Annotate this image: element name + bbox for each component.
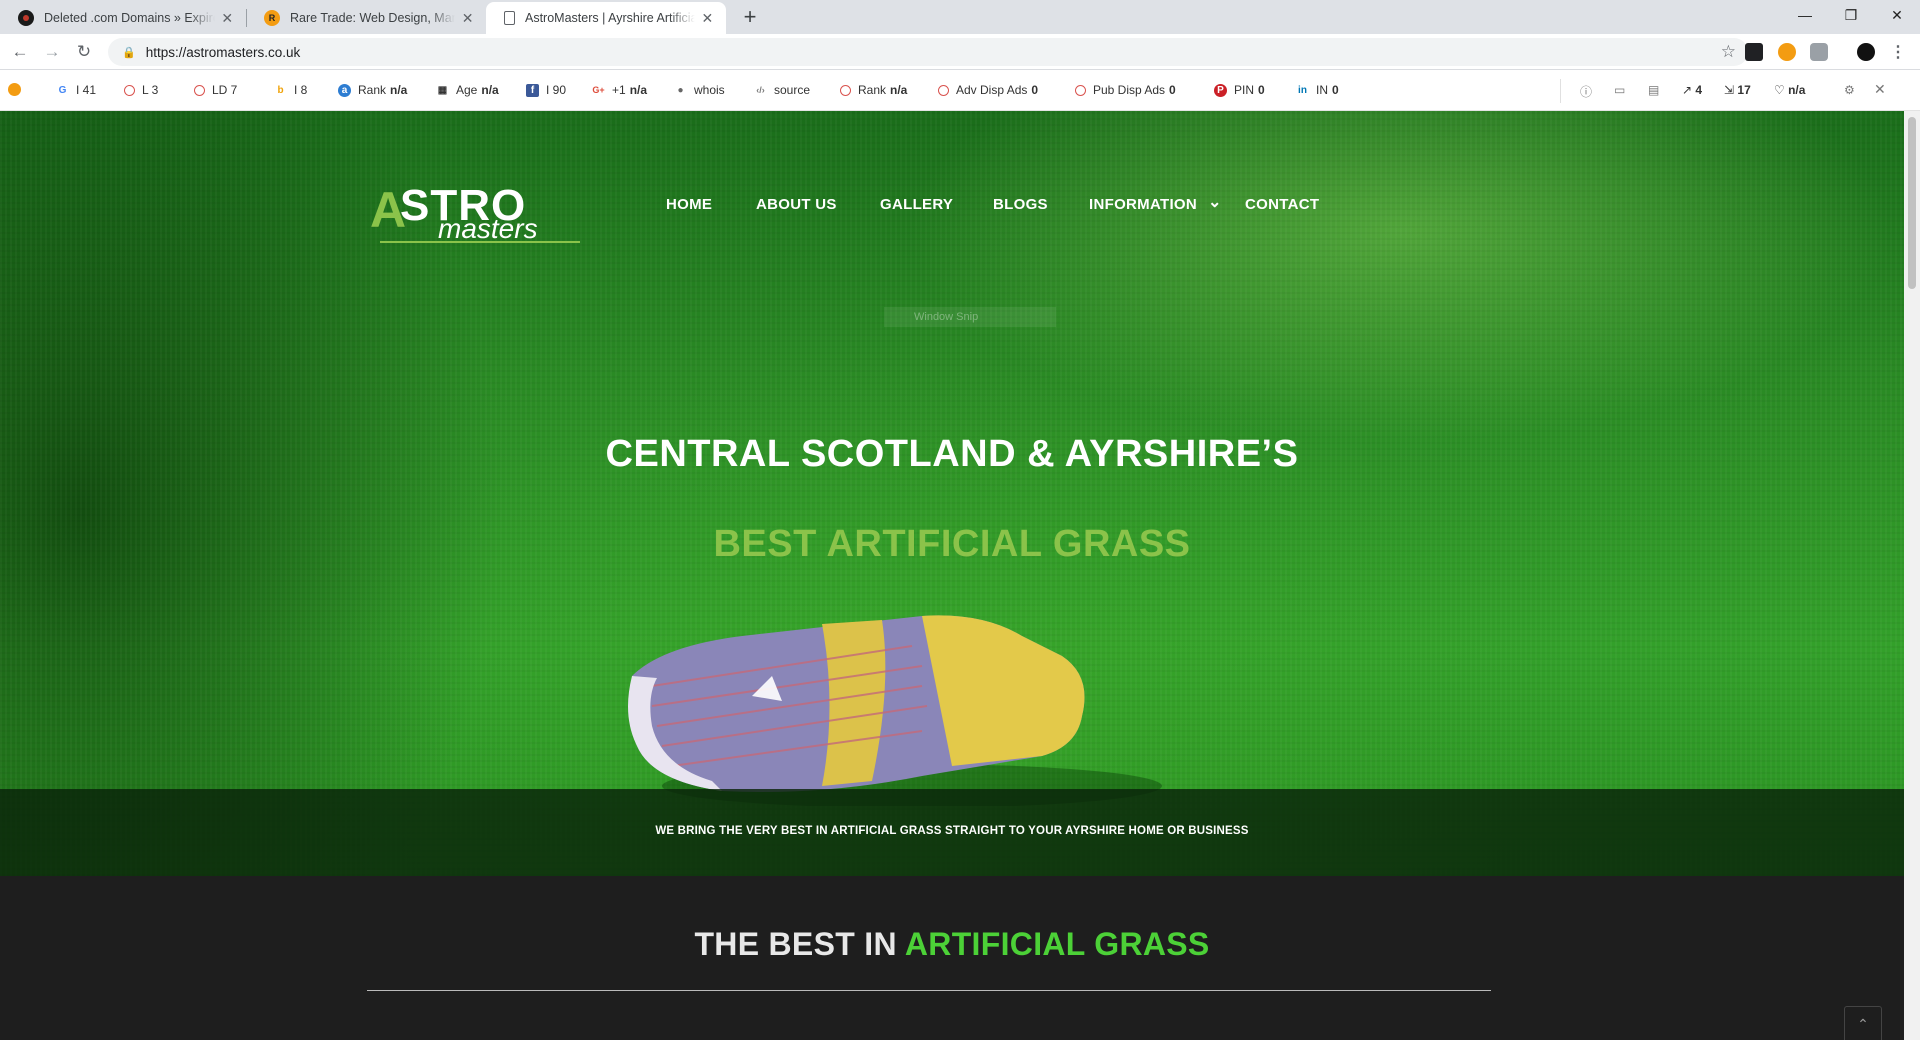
section-divider bbox=[367, 990, 1491, 991]
seo-bing-index[interactable]: bI 8 bbox=[274, 83, 307, 97]
page-icon bbox=[504, 11, 515, 25]
browser-tab-active[interactable]: AstroMasters | Ayrshire Artificial ✕ bbox=[486, 2, 726, 34]
logo-underline bbox=[380, 241, 580, 243]
site-logo[interactable]: A STRO masters bbox=[370, 181, 582, 243]
extension-icon[interactable] bbox=[1745, 43, 1763, 61]
tab-close-icon[interactable]: ✕ bbox=[459, 10, 476, 27]
page-scrollbar[interactable] bbox=[1904, 111, 1920, 1040]
browser-tab-1[interactable]: Deleted .com Domains » Expired ✕ bbox=[0, 2, 246, 34]
settings-gear-icon[interactable]: ⚙ bbox=[1844, 83, 1855, 97]
seo-source[interactable]: ‹/› source bbox=[754, 83, 810, 97]
seo-linking-domains[interactable]: LD 7 bbox=[194, 83, 237, 97]
calendar-icon: ▦ bbox=[437, 84, 448, 96]
chevron-down-icon[interactable]: ⌄ bbox=[1208, 192, 1222, 212]
seo-logo-icon[interactable] bbox=[8, 83, 28, 96]
ring-icon bbox=[1075, 84, 1086, 96]
logo-masters: masters bbox=[438, 213, 538, 244]
nav-information[interactable]: INFORMATION bbox=[1089, 196, 1197, 213]
seo-pub-disp-ads[interactable]: Pub Disp Ads 0 bbox=[1075, 83, 1176, 97]
url-text: https://astromasters.co.uk bbox=[145, 44, 301, 60]
seo-adv-disp-ads[interactable]: Adv Disp Ads 0 bbox=[938, 83, 1038, 97]
page-viewport: A STRO masters HOME ABOUT US GALLERY BLO… bbox=[0, 111, 1904, 1040]
ring-icon bbox=[938, 84, 949, 96]
seo-whois[interactable]: ● whois bbox=[674, 83, 724, 97]
seo-domain-age[interactable]: ▦ Age n/a bbox=[436, 83, 499, 97]
tab-strip: Deleted .com Domains » Expired ✕ R Rare … bbox=[0, 0, 1920, 34]
seo-linkedin[interactable]: in IN 0 bbox=[1296, 83, 1339, 97]
seo-external-links[interactable]: ↗ 4 bbox=[1682, 83, 1702, 97]
seo-close-icon[interactable]: ✕ bbox=[1874, 81, 1886, 98]
code-icon: ‹/› bbox=[756, 85, 765, 95]
nav-about-us[interactable]: ABOUT US bbox=[756, 196, 837, 213]
browser-menu-icon[interactable]: ⋮ bbox=[1890, 42, 1906, 62]
alexa-icon: a bbox=[338, 83, 351, 97]
lock-icon: 🔒 bbox=[122, 46, 136, 59]
section-title: THE BEST IN ARTIFICIAL GRASS bbox=[0, 926, 1904, 963]
hero-banner: WE BRING THE VERY BEST IN ARTIFICIAL GRA… bbox=[0, 789, 1904, 876]
camera-icon[interactable] bbox=[1810, 43, 1828, 61]
seo-heart[interactable]: ♡ n/a bbox=[1774, 83, 1805, 97]
window-close-icon[interactable]: ✕ bbox=[1874, 0, 1920, 30]
tab-close-icon[interactable]: ✕ bbox=[699, 10, 716, 27]
linkedin-icon: in bbox=[1298, 84, 1307, 96]
seoquake-extension-icon[interactable] bbox=[1778, 43, 1796, 61]
monitor-icon[interactable]: ▭ bbox=[1614, 83, 1625, 97]
bing-icon: b bbox=[277, 84, 284, 96]
profile-avatar[interactable] bbox=[1857, 43, 1875, 61]
back-icon[interactable]: ← bbox=[8, 40, 32, 64]
section-title-accent: ARTIFICIAL GRASS bbox=[904, 926, 1210, 962]
nav-gallery[interactable]: GALLERY bbox=[880, 196, 953, 213]
person-icon: ● bbox=[677, 84, 684, 96]
google-icon: G bbox=[58, 84, 67, 96]
scroll-to-top-button[interactable]: ⌃ bbox=[1844, 1006, 1882, 1040]
seo-google-plus[interactable]: G+ +1 n/a bbox=[592, 83, 647, 97]
ring-icon bbox=[194, 84, 205, 96]
banner-text: WE BRING THE VERY BEST IN ARTIFICIAL GRA… bbox=[655, 825, 1249, 837]
window-snip-overlay: Window Snip bbox=[884, 307, 1056, 327]
hero-title: CENTRAL SCOTLAND & AYRSHIRE’S bbox=[605, 433, 1299, 475]
ring-icon bbox=[124, 84, 135, 96]
favicon-icon bbox=[18, 10, 34, 26]
section-title-prefix: THE BEST IN bbox=[694, 926, 897, 962]
seo-internal-links[interactable]: ⇲ 17 bbox=[1724, 83, 1751, 97]
nav-home[interactable]: HOME bbox=[666, 196, 712, 213]
seo-toolbar: GI 41 L 3 LD 7 bI 8 a Rank n/a ▦ Age n/a fI … bbox=[0, 71, 1920, 111]
tab-close-icon[interactable]: ✕ bbox=[219, 10, 236, 27]
intro-section: THE BEST IN ARTIFICIAL GRASS ⌃ bbox=[0, 876, 1904, 1040]
nav-contact[interactable]: CONTACT bbox=[1245, 196, 1319, 213]
seo-divider bbox=[1560, 79, 1561, 103]
favicon-icon: R bbox=[264, 10, 280, 26]
browser-toolbar: ← → ↻ 🔒 https://astromasters.co.uk ☆ ⋮ bbox=[0, 34, 1920, 70]
report-icon[interactable]: ▤ bbox=[1648, 83, 1659, 97]
pinterest-icon: P bbox=[1214, 83, 1227, 97]
browser-tab-2[interactable]: R Rare Trade: Web Design, Marketi ✕ bbox=[246, 2, 486, 34]
seo-alexa-rank[interactable]: a Rank n/a bbox=[338, 83, 407, 97]
hero-subtitle: BEST ARTIFICIAL GRASS bbox=[713, 523, 1191, 565]
hero-section: A STRO masters HOME ABOUT US GALLERY BLO… bbox=[0, 111, 1904, 876]
facebook-icon: f bbox=[526, 83, 539, 97]
seo-pinterest[interactable]: P PIN 0 bbox=[1214, 83, 1265, 97]
nav-blogs[interactable]: BLOGS bbox=[993, 196, 1048, 213]
google-plus-icon: G+ bbox=[592, 85, 605, 95]
address-bar[interactable]: 🔒 https://astromasters.co.uk ☆ bbox=[108, 38, 1748, 66]
glove-image bbox=[628, 615, 1162, 806]
tab-title: AstroMasters | Ayrshire Artificial bbox=[525, 11, 695, 25]
tab-title: Rare Trade: Web Design, Marketi bbox=[290, 11, 456, 25]
info-icon[interactable]: ⓘ bbox=[1580, 83, 1592, 100]
reload-icon[interactable]: ↻ bbox=[72, 40, 96, 64]
bookmark-star-icon[interactable]: ☆ bbox=[1721, 42, 1736, 62]
restore-icon[interactable]: ❐ bbox=[1828, 0, 1874, 30]
new-tab-button[interactable]: + bbox=[738, 5, 762, 29]
minimize-icon[interactable]: — bbox=[1782, 0, 1828, 30]
tab-title: Deleted .com Domains » Expired bbox=[44, 11, 215, 25]
seo-semrush-rank[interactable]: Rank n/a bbox=[840, 83, 907, 97]
seo-google-index[interactable]: GI 41 bbox=[56, 83, 96, 97]
scrollbar-thumb[interactable] bbox=[1908, 117, 1916, 289]
seo-facebook[interactable]: fI 90 bbox=[526, 83, 566, 97]
ring-icon bbox=[840, 84, 851, 96]
seo-links[interactable]: L 3 bbox=[124, 83, 158, 97]
forward-icon[interactable]: → bbox=[40, 40, 64, 64]
